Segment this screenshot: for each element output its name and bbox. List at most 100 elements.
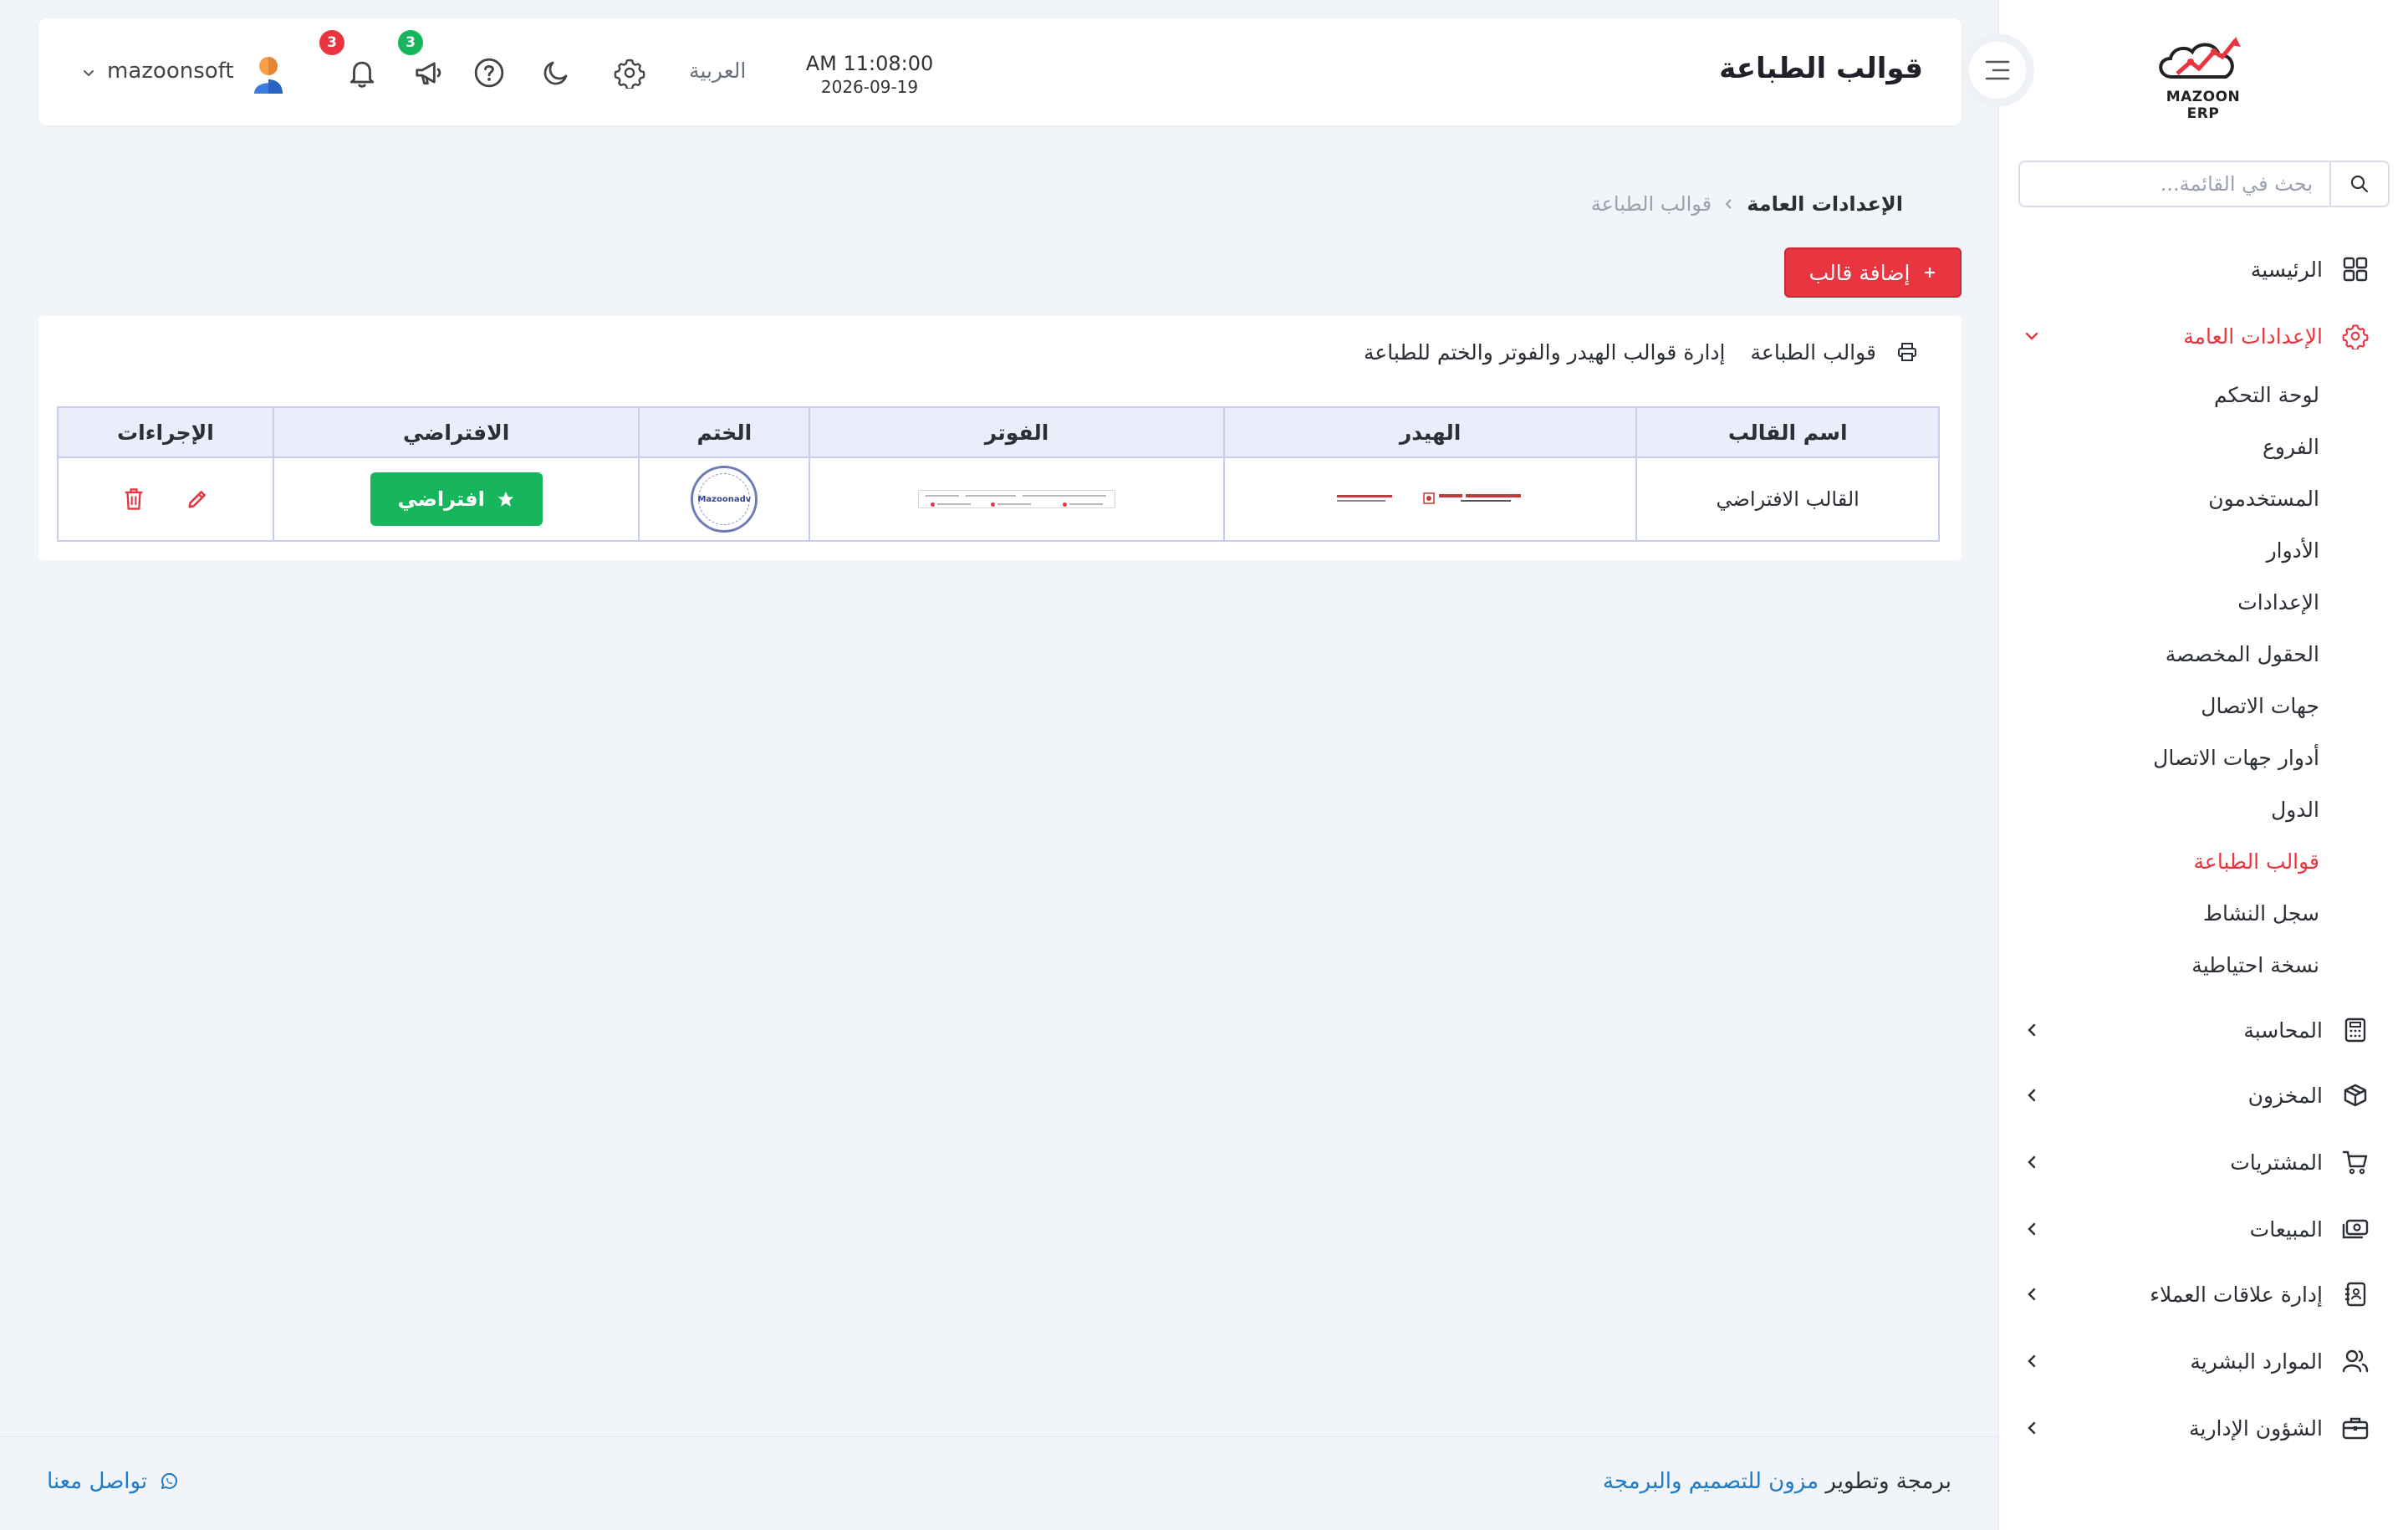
sidebar-toggle-button[interactable] bbox=[1961, 33, 2034, 107]
cash-icon bbox=[2339, 1213, 2371, 1245]
column-header-stamp: الختم bbox=[638, 406, 811, 458]
sidebar-item-purchases[interactable]: المشتريات bbox=[2020, 1137, 2371, 1187]
whatsapp-icon bbox=[159, 1471, 179, 1492]
dark-mode-icon[interactable] bbox=[538, 55, 574, 90]
edit-icon[interactable] bbox=[186, 487, 209, 511]
help-icon[interactable] bbox=[472, 55, 507, 90]
contact-us-label: تواصل معنا bbox=[47, 1469, 148, 1494]
calculator-icon bbox=[2339, 1014, 2371, 1046]
sidebar-subitem-countries[interactable]: الدول bbox=[2271, 798, 2319, 822]
breadcrumb: الإعدادات العامة قوالب الطباعة bbox=[1591, 192, 1903, 216]
stamp-preview-cell: Mazoonadv bbox=[638, 456, 811, 542]
column-header-name: اسم القالب bbox=[1635, 406, 1940, 458]
column-header-footer: الفوتر bbox=[809, 406, 1225, 458]
logo-text: MAZOON ERP bbox=[2166, 89, 2241, 122]
templates-table: اسم القالب الهيدر الفوتر الختم الافتراضي… bbox=[57, 406, 1940, 542]
sidebar-item-hr[interactable]: الموارد البشرية bbox=[2020, 1336, 2371, 1386]
default-cell: افتراضي bbox=[272, 456, 640, 542]
search-icon[interactable] bbox=[2329, 162, 2388, 206]
templates-card: قوالب الطباعة إدارة قوالب الهيدر والفوتر… bbox=[38, 316, 1962, 560]
notifications-badge: 3 bbox=[319, 30, 344, 55]
sidebar-item-general-settings[interactable]: الإعدادات العامة bbox=[2020, 311, 2371, 361]
column-header-default: الافتراضي bbox=[272, 406, 640, 458]
footer-credit-link[interactable]: مزون للتصميم والبرمجة bbox=[1603, 1469, 1819, 1494]
chevron-left-icon bbox=[2020, 1018, 2043, 1042]
logo-cloud-icon bbox=[2159, 37, 2241, 79]
table-row: القالب الافتراضي Mazoonadv افتراضي bbox=[57, 456, 1940, 542]
sidebar-subitem-contacts[interactable]: جهات الاتصال bbox=[2201, 694, 2319, 718]
sidebar-item-sales[interactable]: المبيعات bbox=[2020, 1204, 2371, 1254]
sidebar-item-label: الإعدادات العامة bbox=[2183, 324, 2323, 349]
sidebar-item-label: المشتريات bbox=[2230, 1150, 2323, 1175]
column-header-header: الهيدر bbox=[1222, 406, 1638, 458]
language-switch[interactable]: العربية bbox=[689, 59, 746, 83]
sidebar-item-label: الموارد البشرية bbox=[2190, 1349, 2323, 1374]
avatar[interactable] bbox=[246, 52, 291, 97]
grid-icon bbox=[2339, 253, 2371, 285]
chevron-left-icon bbox=[2020, 1283, 2043, 1306]
sidebar-subitem-settings[interactable]: الإعدادات bbox=[2237, 590, 2319, 615]
sidebar-item-label: إدارة علاقات العملاء bbox=[2150, 1282, 2323, 1307]
top-header: قوالب الطباعة AM 11:08:00 2026-09-19 الع… bbox=[38, 18, 1962, 125]
clock-time: AM 11:08:00 bbox=[805, 52, 934, 75]
sidebar-subitem-print-templates[interactable]: قوالب الطباعة bbox=[2194, 849, 2319, 874]
stamp-preview-image[interactable]: Mazoonadv bbox=[691, 466, 758, 533]
chevron-down-icon[interactable] bbox=[80, 65, 97, 82]
sidebar-item-inventory[interactable]: المخزون bbox=[2020, 1070, 2371, 1120]
delete-icon[interactable] bbox=[122, 487, 145, 512]
card-title: قوالب الطباعة bbox=[1750, 339, 1876, 365]
template-name-cell: القالب الافتراضي bbox=[1635, 456, 1940, 542]
star-icon bbox=[497, 490, 515, 508]
sidebar-item-crm[interactable]: إدارة علاقات العملاء bbox=[2020, 1269, 2371, 1319]
sidebar-search-input[interactable] bbox=[2020, 162, 2329, 206]
contact-us-link[interactable]: تواصل معنا bbox=[47, 1469, 179, 1494]
sidebar-search bbox=[2018, 161, 2390, 207]
chevron-left-icon bbox=[2020, 1217, 2043, 1241]
card-header: قوالب الطباعة إدارة قوالب الهيدر والفوتر… bbox=[1364, 339, 1920, 365]
printer-icon bbox=[1895, 339, 1920, 365]
chevron-left-icon bbox=[1723, 198, 1735, 210]
users-icon bbox=[2339, 1345, 2371, 1377]
cart-icon bbox=[2339, 1146, 2371, 1178]
sidebar-subitem-branches[interactable]: الفروع bbox=[2263, 435, 2319, 459]
sidebar-subitem-custom-fields[interactable]: الحقول المخصصة bbox=[2166, 642, 2319, 666]
card-subtitle: إدارة قوالب الهيدر والفوتر والختم للطباع… bbox=[1363, 339, 1726, 365]
clock: AM 11:08:00 2026-09-19 bbox=[794, 52, 945, 97]
add-template-button[interactable]: إضافة قالب bbox=[1784, 247, 1962, 298]
add-template-label: إضافة قالب bbox=[1809, 260, 1911, 285]
sidebar-item-label: المحاسبة bbox=[2243, 1017, 2323, 1043]
box-icon bbox=[2339, 1079, 2371, 1111]
header-preview-image[interactable] bbox=[1335, 490, 1526, 508]
sidebar-subitem-backup[interactable]: نسخة احتياطية bbox=[2191, 953, 2319, 977]
sidebar-subitem-dashboard[interactable]: لوحة التحكم bbox=[2214, 383, 2319, 407]
sidebar-subitem-activity-log[interactable]: سجل النشاط bbox=[2203, 901, 2319, 926]
notifications-icon[interactable] bbox=[344, 55, 380, 90]
sidebar-item-label: الشؤون الإدارية bbox=[2189, 1415, 2323, 1441]
sidebar-subitem-roles[interactable]: الأدوار bbox=[2267, 538, 2319, 563]
sidebar-item-home[interactable]: الرئيسية bbox=[2020, 244, 2371, 294]
table-header-row: اسم القالب الهيدر الفوتر الختم الافتراضي… bbox=[57, 406, 1940, 458]
sidebar-item-admin-affairs[interactable]: الشؤون الإدارية bbox=[2020, 1403, 2371, 1453]
username[interactable]: mazoonsoft bbox=[107, 59, 234, 84]
page-footer: برمجة وتطوير مزون للتصميم والبرمجة تواصل… bbox=[0, 1436, 1998, 1530]
mazoon-erp-logo[interactable]: MAZOON ERP bbox=[2149, 33, 2258, 122]
default-badge-button[interactable]: افتراضي bbox=[370, 472, 543, 526]
contacts-book-icon bbox=[2339, 1278, 2371, 1310]
breadcrumb-parent[interactable]: الإعدادات العامة bbox=[1747, 192, 1903, 216]
footer-preview-cell bbox=[809, 456, 1225, 542]
footer-credit-prefix: برمجة وتطوير bbox=[1825, 1469, 1951, 1494]
header-preview-cell bbox=[1222, 456, 1638, 542]
announcements-icon[interactable] bbox=[411, 55, 446, 90]
sidebar-subitem-users[interactable]: المستخدمون bbox=[2208, 487, 2319, 511]
sidebar-subitem-contact-roles[interactable]: أدوار جهات الاتصال bbox=[2153, 746, 2319, 770]
sidebar-item-label: المخزون bbox=[2247, 1083, 2323, 1108]
sidebar-item-accounting[interactable]: المحاسبة bbox=[2020, 1005, 2371, 1055]
clock-date: 2026-09-19 bbox=[820, 77, 919, 97]
footer-preview-image[interactable] bbox=[918, 490, 1116, 508]
footer-credit: برمجة وتطوير مزون للتصميم والبرمجة bbox=[1603, 1469, 1951, 1494]
chevron-left-icon bbox=[2020, 1150, 2043, 1174]
settings-icon[interactable] bbox=[612, 55, 647, 90]
sidebar-item-label: المبيعات bbox=[2249, 1216, 2323, 1242]
plus-icon bbox=[1923, 266, 1936, 279]
announcements-badge: 3 bbox=[398, 30, 423, 55]
